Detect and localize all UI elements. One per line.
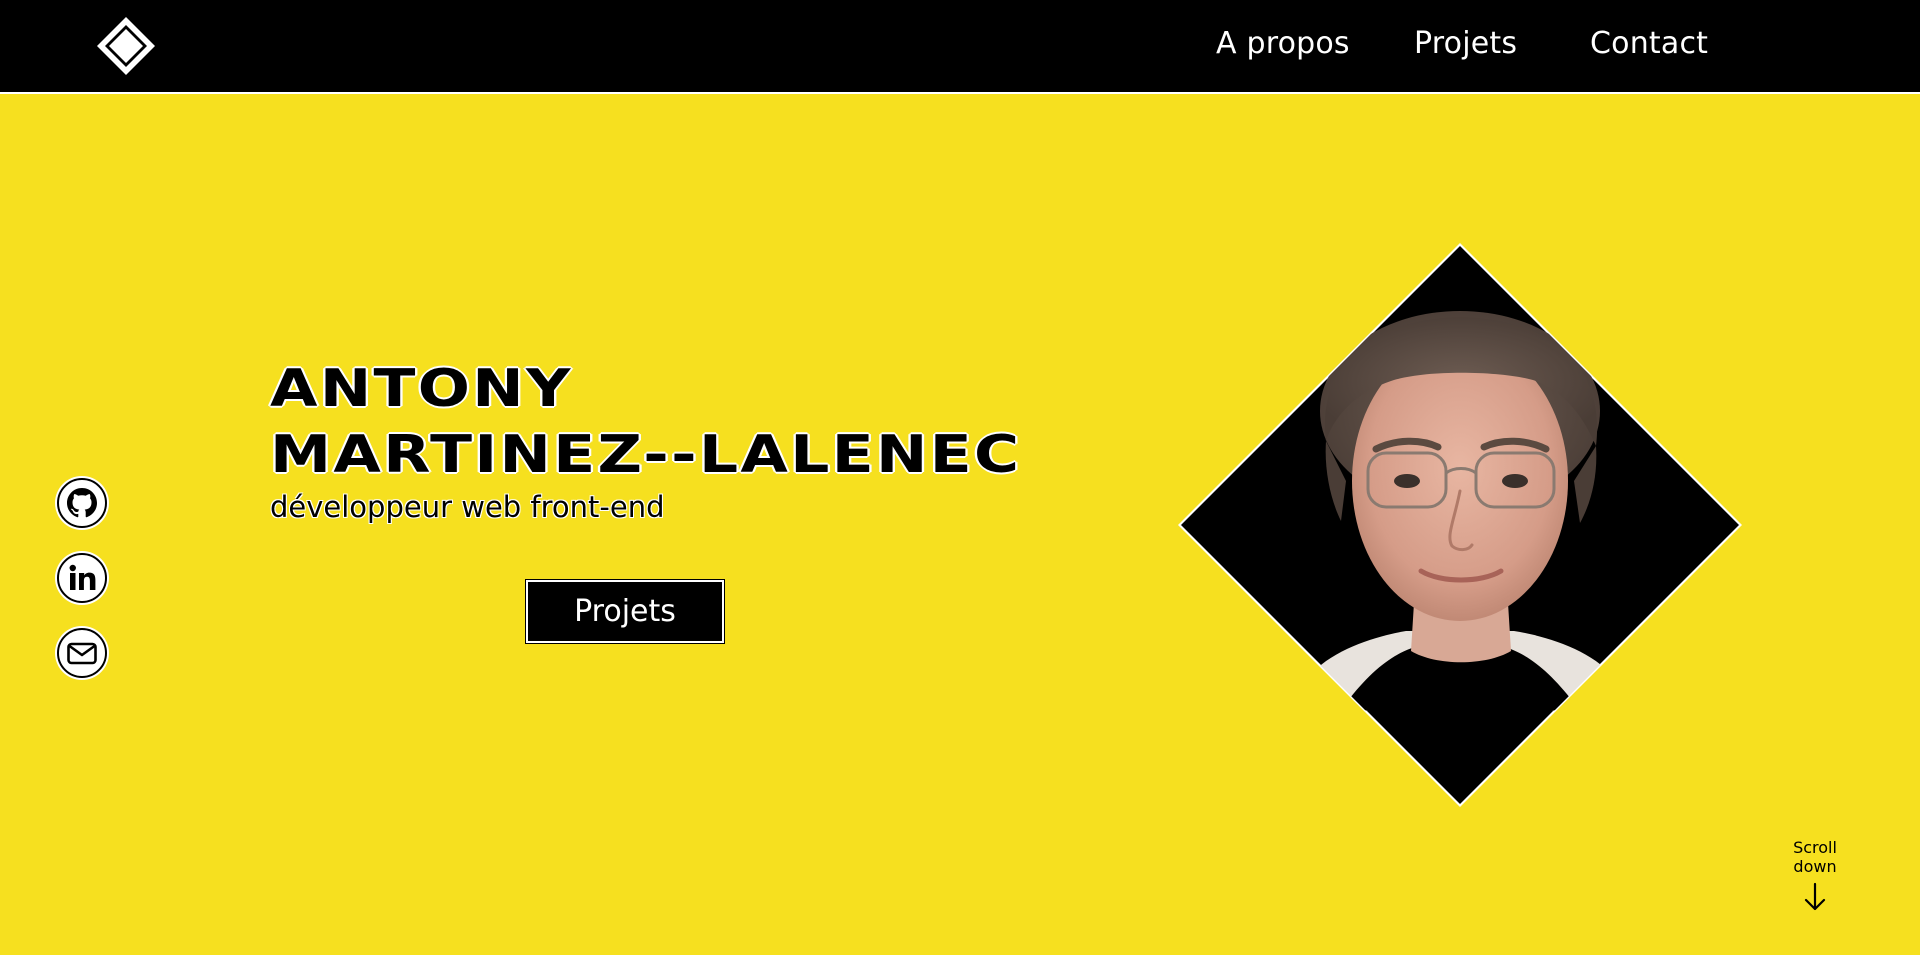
mail-link[interactable] xyxy=(57,628,107,678)
scroll-down[interactable]: Scroll down xyxy=(1781,838,1849,912)
main-nav: A propos Projets Contact xyxy=(0,0,1920,92)
arrow-down-icon xyxy=(1804,882,1826,911)
nav-link-projets[interactable]: Projets xyxy=(1414,26,1517,61)
linkedin-icon xyxy=(69,564,96,590)
nav-link-contact[interactable]: Contact xyxy=(1590,26,1708,61)
scroll-label-1: Scroll xyxy=(1793,838,1837,857)
scroll-label-2: down xyxy=(1793,857,1837,876)
hero-name-first: ANTONY xyxy=(270,359,573,419)
github-link[interactable] xyxy=(57,478,107,528)
hero-name: ANTONY MARTINEZ--LALENEC xyxy=(270,356,1021,488)
mail-icon xyxy=(67,642,97,665)
projects-button[interactable]: Projets xyxy=(526,580,724,643)
hero-subtitle: développeur web front-end xyxy=(270,490,665,524)
hero-name-last: MARTINEZ--LALENEC xyxy=(270,425,1022,485)
nav-link-apropos[interactable]: A propos xyxy=(1216,26,1350,61)
portrait-photo xyxy=(1178,243,1742,807)
github-icon xyxy=(67,488,97,518)
site-header: A propos Projets Contact xyxy=(0,0,1920,94)
linkedin-link[interactable] xyxy=(57,553,107,603)
